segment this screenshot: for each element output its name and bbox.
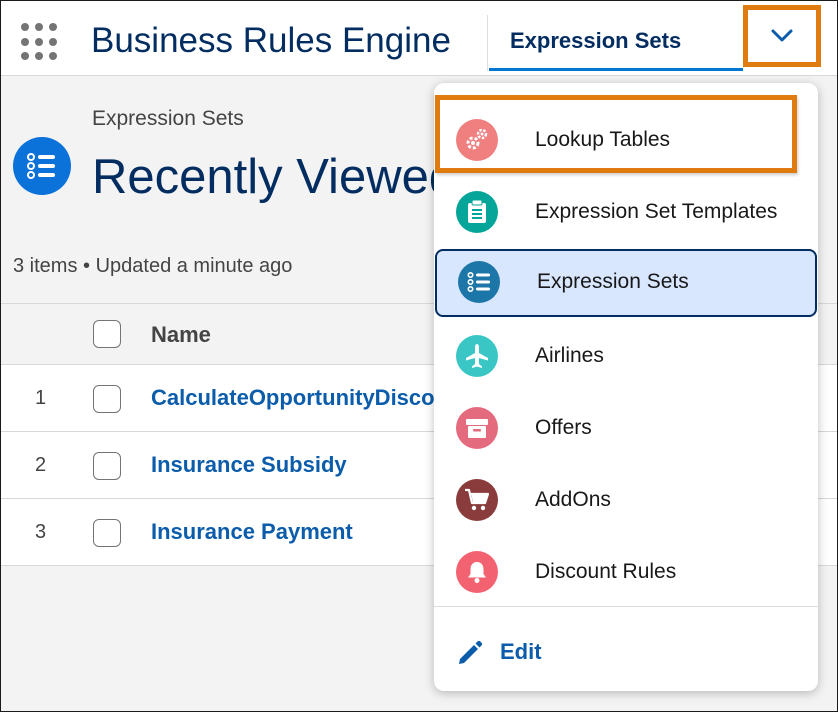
- nav-menu-dropdown-button[interactable]: [743, 5, 821, 67]
- row-checkbox[interactable]: [93, 519, 121, 547]
- app-name: Business Rules Engine: [91, 21, 451, 60]
- row-number: 3: [35, 521, 47, 543]
- menu-item-addons[interactable]: AddOns: [434, 467, 818, 531]
- record-link[interactable]: Insurance Subsidy: [151, 452, 347, 478]
- row-checkbox[interactable]: [93, 385, 121, 413]
- nav-items-menu: Lookup Tables Expression Set Templates E…: [434, 83, 818, 691]
- tab-expression-sets[interactable]: Expression Sets: [489, 15, 743, 71]
- airplane-icon: [456, 335, 498, 377]
- app-window: Business Rules Engine Expression Sets Ex…: [0, 0, 838, 712]
- menu-item-discount-rules[interactable]: Discount Rules: [434, 539, 818, 603]
- row-number: 1: [35, 387, 47, 409]
- clipboard-icon: [456, 191, 498, 233]
- record-link[interactable]: CalculateOpportunityDiscount: [151, 385, 469, 411]
- menu-item-label: Offers: [535, 416, 592, 439]
- select-all-checkbox[interactable]: [93, 320, 121, 348]
- app-launcher-icon[interactable]: [21, 23, 59, 61]
- pencil-icon: [459, 640, 483, 664]
- row-checkbox[interactable]: [93, 452, 121, 480]
- menu-item-label: Expression Set Templates: [535, 200, 778, 223]
- menu-item-label: Airlines: [535, 344, 604, 367]
- menu-item-expression-set-templates[interactable]: Expression Set Templates: [434, 179, 818, 243]
- bell-icon: [456, 551, 498, 593]
- menu-item-airlines[interactable]: Airlines: [434, 323, 818, 387]
- record-link[interactable]: Insurance Payment: [151, 519, 353, 545]
- menu-item-label: AddOns: [535, 488, 611, 511]
- cart-icon: [456, 479, 498, 521]
- callout-highlight-lookup-tables: [435, 95, 797, 173]
- list-icon: [27, 153, 55, 179]
- column-header-name[interactable]: Name: [151, 322, 211, 348]
- edit-label: Edit: [500, 639, 542, 664]
- row-number: 2: [35, 454, 47, 476]
- global-header: Business Rules Engine Expression Sets: [1, 1, 837, 76]
- chevron-down-icon: [771, 29, 793, 42]
- menu-divider: [434, 606, 818, 607]
- menu-item-label: Discount Rules: [535, 560, 677, 583]
- menu-item-expression-sets[interactable]: Expression Sets: [435, 249, 817, 317]
- object-eyebrow: Expression Sets: [92, 107, 244, 130]
- list-icon: [458, 261, 500, 303]
- list-meta-info: 3 items • Updated a minute ago: [13, 255, 293, 277]
- list-view-title[interactable]: Recently Viewed: [92, 149, 456, 205]
- tab-divider: [487, 15, 488, 71]
- menu-item-label: Expression Sets: [537, 270, 689, 293]
- expression-set-object-icon: [13, 137, 71, 195]
- menu-item-offers[interactable]: Offers: [434, 395, 818, 459]
- archive-box-icon: [456, 407, 498, 449]
